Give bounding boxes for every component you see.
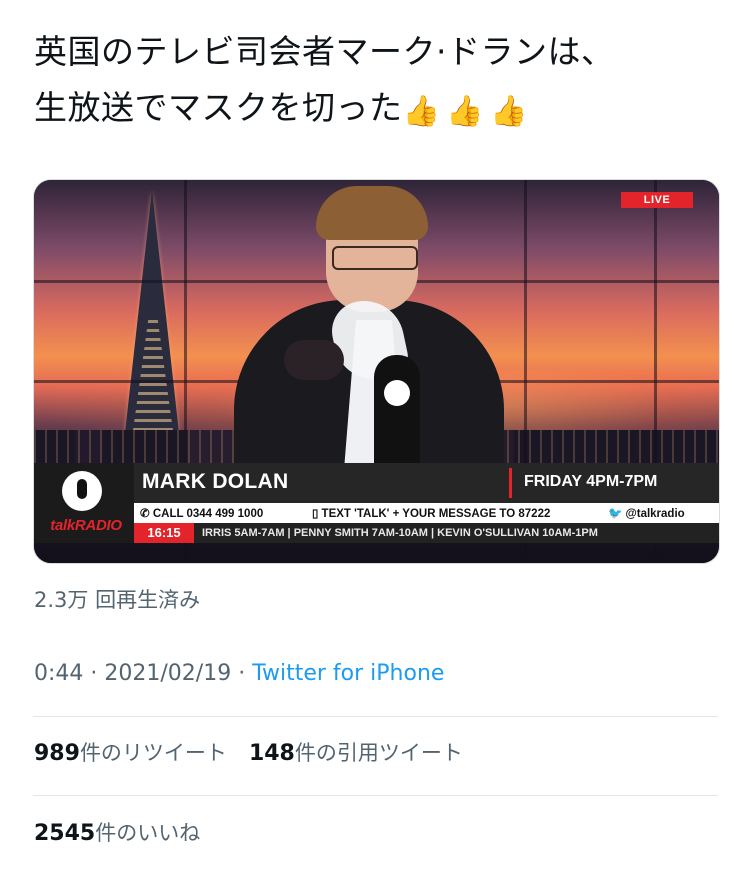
likes-label: 件のいいね xyxy=(95,821,201,845)
tweet-text: 英国のテレビ司会者マーク·ドランは、 生放送でマスクを切った👍 👍 👍 xyxy=(34,24,724,140)
twitter-bird-icon: 🐦 xyxy=(608,508,623,520)
presenter-glasses xyxy=(332,246,418,270)
name-divider xyxy=(509,468,512,498)
call-info: ✆ CALL 0344 499 1000 xyxy=(140,506,263,520)
ticker-text: IRRIS 5AM-7AM | PENNY SMITH 7AM-10AM | K… xyxy=(202,527,598,539)
tweet-text-line-2: 生放送でマスクを切った👍 👍 👍 xyxy=(34,80,724,140)
tweet-date[interactable]: 2021/02/19 xyxy=(104,661,231,686)
tweet-meta: 0:44 · 2021/02/19 · Twitter for iPhone xyxy=(34,661,444,686)
lower-third-info-bar: ✆ CALL 0344 499 1000 ▯ TEXT 'TALK' + YOU… xyxy=(134,503,719,523)
retweet-stats: 989件のリツイート 148件の引用ツイート xyxy=(34,737,463,767)
like-stats: 2545件のいいね xyxy=(34,817,200,847)
tweet-time[interactable]: 0:44 xyxy=(34,661,83,686)
quotes-label: 件の引用ツイート xyxy=(294,741,463,765)
quotes-count: 148 xyxy=(248,741,295,766)
likes-link[interactable]: 2545件のいいね xyxy=(34,821,201,846)
likes-count: 2545 xyxy=(34,821,96,846)
tweet-client-link[interactable]: Twitter for iPhone xyxy=(252,661,444,686)
mic-logo xyxy=(384,380,410,406)
retweets-count: 989 xyxy=(34,741,80,766)
ticker-clock: 16:15 xyxy=(134,523,194,543)
lower-third-ticker: 16:15 IRRIS 5AM-7AM | PENNY SMITH 7AM-10… xyxy=(134,523,719,543)
call-text: CALL 0344 499 1000 xyxy=(152,508,264,520)
phone-icon: ✆ xyxy=(140,508,150,520)
thumbs-up-emoji: 👍 xyxy=(490,94,529,129)
divider xyxy=(33,716,718,717)
twitter-info: 🐦 @talkradio xyxy=(608,506,685,520)
station-logo: talkRADIO xyxy=(34,463,134,543)
presenter-name: MARK DOLAN xyxy=(142,470,289,493)
tweet-text-line-1: 英国のテレビ司会者マーク·ドランは、 xyxy=(34,32,615,71)
text-info-label: TEXT 'TALK' + YOUR MESSAGE TO 87222 xyxy=(321,508,551,520)
meta-separator: · xyxy=(231,661,253,686)
logo-mic-icon xyxy=(77,479,87,499)
presenter-hand xyxy=(284,340,344,380)
twitter-handle: @talkradio xyxy=(625,508,685,520)
show-time: FRIDAY 4PM-7PM xyxy=(524,473,658,490)
retweets-label: 件のリツイート xyxy=(79,741,227,765)
video-player[interactable]: LIVE talkRADIO MARK DOLAN FRIDAY 4PM-7PM… xyxy=(33,179,720,564)
meta-separator: · xyxy=(83,661,105,686)
divider xyxy=(33,795,718,796)
presenter-hair xyxy=(316,186,428,240)
tweet-text-line-2-body: 生放送でマスクを切った xyxy=(34,88,403,127)
text-info: ▯ TEXT 'TALK' + YOUR MESSAGE TO 87222 xyxy=(312,506,550,520)
mobile-icon: ▯ xyxy=(312,508,319,520)
lower-third-name-bar: MARK DOLAN FRIDAY 4PM-7PM xyxy=(134,463,719,503)
thumbs-up-emoji: 👍 xyxy=(446,94,485,129)
station-logo-text: talkRADIO xyxy=(50,517,122,534)
view-count: 2.3万 回再生済み xyxy=(34,588,201,612)
quotes-link[interactable]: 148件の引用ツイート xyxy=(248,741,463,766)
retweets-link[interactable]: 989件のリツイート xyxy=(34,741,227,766)
thumbs-up-emoji: 👍 xyxy=(402,94,441,129)
live-badge: LIVE xyxy=(621,192,693,208)
